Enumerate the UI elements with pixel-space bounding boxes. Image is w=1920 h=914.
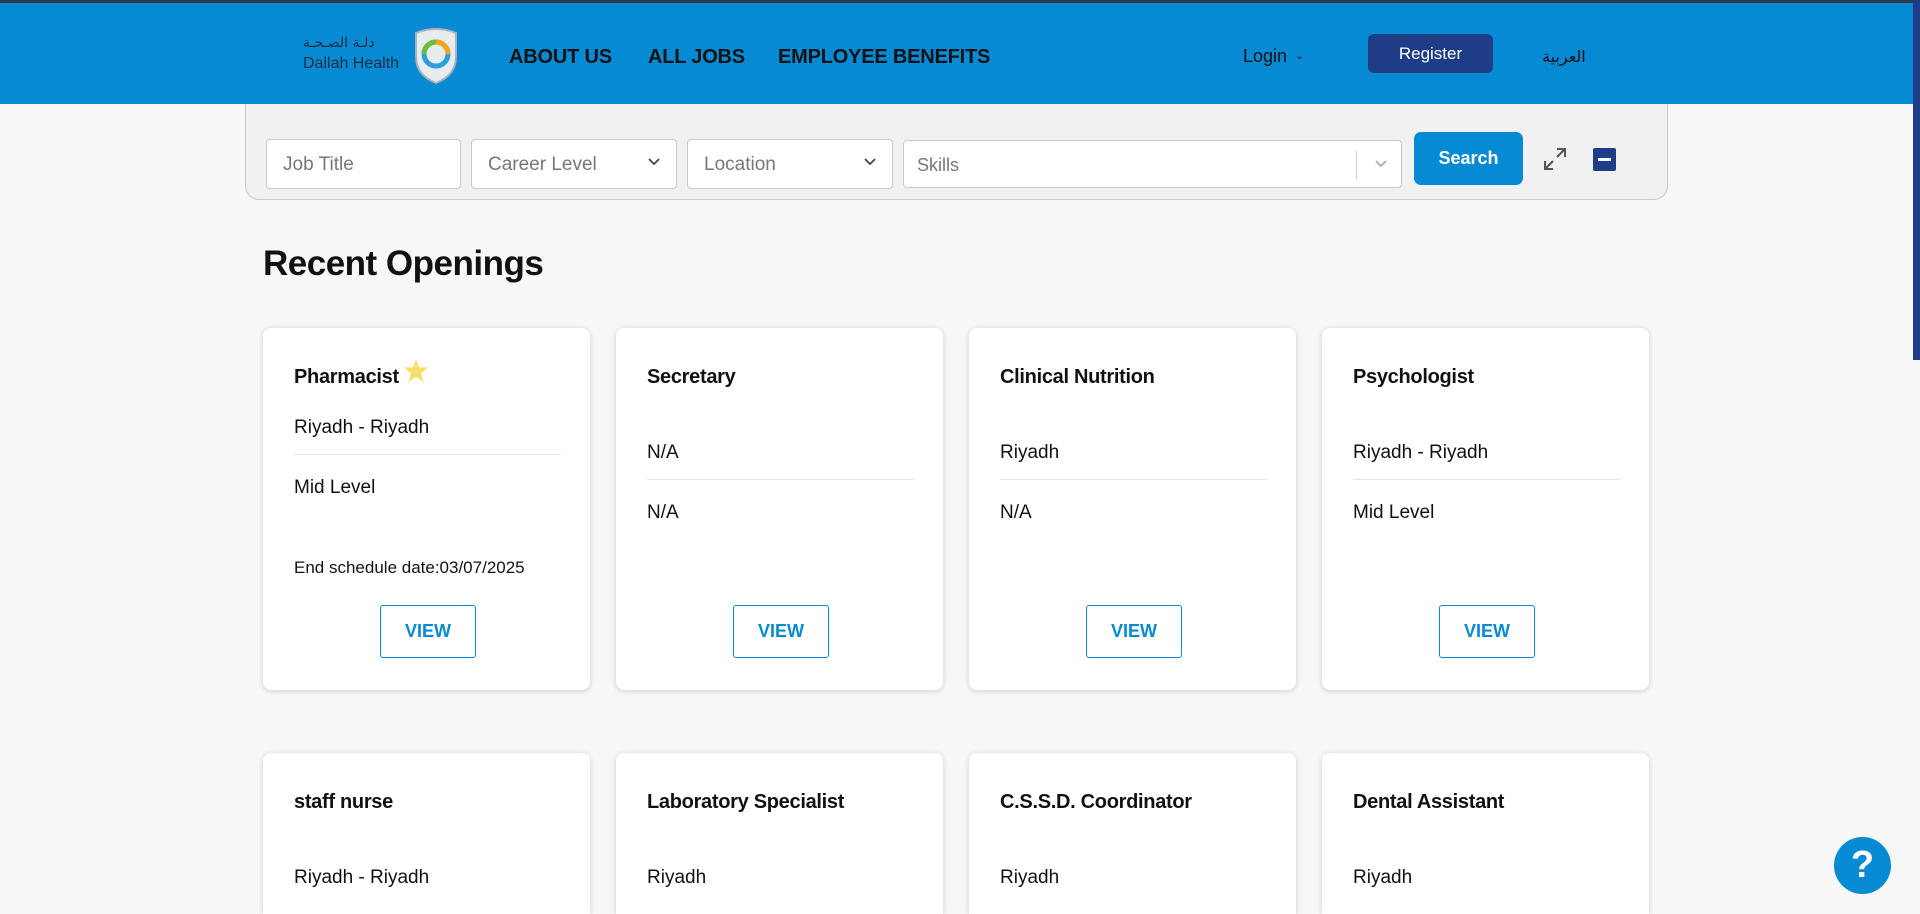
job-card: Secretary N/A N/A VIEW (616, 328, 943, 690)
view-button[interactable]: VIEW (1439, 605, 1535, 658)
job-level: N/A (647, 502, 679, 523)
register-button[interactable]: Register (1368, 34, 1493, 73)
logo-shield-icon (415, 28, 457, 85)
login-dropdown[interactable]: Login ⌄ (1243, 46, 1304, 67)
job-title[interactable]: C.S.S.D. Coordinator (1000, 791, 1192, 814)
skills-separator (1356, 151, 1357, 179)
skills-placeholder: Skills (917, 155, 960, 175)
divider (294, 454, 561, 455)
divider (1353, 479, 1620, 480)
language-switch[interactable]: العربية (1542, 47, 1586, 66)
job-location: Riyadh (1000, 442, 1060, 463)
scrollbar[interactable] (1913, 0, 1920, 360)
job-location: Riyadh (1353, 867, 1413, 888)
dallah-health-logo[interactable]: دلـة الصـحـة Dallah Health (303, 25, 461, 85)
job-title[interactable]: Pharmacist (294, 366, 399, 389)
job-level: N/A (1000, 502, 1032, 523)
job-title[interactable]: Secretary (647, 366, 736, 389)
chevron-down-icon (1375, 160, 1387, 168)
nav-about-us[interactable]: ABOUT US (509, 46, 612, 69)
job-level: Mid Level (294, 477, 376, 498)
view-button[interactable]: VIEW (1086, 605, 1182, 658)
search-button[interactable]: Search (1414, 132, 1523, 185)
star-icon (404, 359, 428, 382)
nav-all-jobs[interactable]: ALL JOBS (648, 46, 745, 69)
job-card: Dental Assistant Riyadh (1322, 753, 1649, 914)
job-title[interactable]: Laboratory Specialist (647, 791, 844, 814)
job-schedule-date: End schedule date:03/07/2025 (294, 558, 525, 577)
nav-employee-benefits[interactable]: EMPLOYEE BENEFITS (778, 46, 990, 69)
job-location: Riyadh (1000, 867, 1060, 888)
expand-icon[interactable] (1542, 146, 1568, 172)
job-title[interactable]: staff nurse (294, 791, 393, 814)
job-card: staff nurse Riyadh - Riyadh (263, 753, 590, 914)
job-location: Riyadh (647, 867, 707, 888)
job-title-input[interactable]: Job Title (266, 139, 461, 189)
career-level-select[interactable]: Career Level (471, 139, 677, 189)
skills-multiselect[interactable]: Skills (903, 140, 1402, 188)
collapse-minus-icon[interactable] (1593, 148, 1616, 171)
job-card: Laboratory Specialist Riyadh (616, 753, 943, 914)
location-select[interactable]: Location (687, 139, 893, 189)
job-location: Riyadh - Riyadh (1353, 442, 1489, 463)
chevron-down-icon (648, 158, 660, 166)
job-level: Mid Level (1353, 502, 1435, 523)
job-title[interactable]: Dental Assistant (1353, 791, 1504, 814)
section-title: Recent Openings (263, 244, 544, 283)
location-label: Location (704, 154, 776, 175)
chevron-down-icon: ⌄ (1295, 50, 1305, 62)
view-button[interactable]: VIEW (380, 605, 476, 658)
logo-english-text: Dallah Health (303, 55, 400, 72)
site-header: دلـة الصـحـة Dallah Health ABOUT US ALL … (0, 3, 1920, 104)
job-title[interactable]: Psychologist (1353, 366, 1474, 389)
login-label: Login (1243, 46, 1288, 66)
career-level-label: Career Level (488, 154, 597, 175)
job-card: C.S.S.D. Coordinator Riyadh (969, 753, 1296, 914)
divider (647, 479, 914, 480)
logo-arabic-text: دلـة الصـحـة (303, 35, 375, 51)
job-card: Psychologist Riyadh - Riyadh Mid Level V… (1322, 328, 1649, 690)
chevron-down-icon (864, 158, 876, 166)
job-search-bar: Job Title Career Level Location Skills S… (245, 104, 1668, 200)
job-card: Clinical Nutrition Riyadh N/A VIEW (969, 328, 1296, 690)
job-location: Riyadh - Riyadh (294, 417, 430, 438)
job-title-placeholder: Job Title (283, 154, 354, 175)
job-location: Riyadh - Riyadh (294, 867, 430, 888)
job-title[interactable]: Clinical Nutrition (1000, 366, 1155, 389)
divider (1000, 479, 1267, 480)
help-button[interactable]: ? (1834, 837, 1891, 894)
view-button[interactable]: VIEW (733, 605, 829, 658)
job-location: N/A (647, 442, 679, 463)
job-card: Pharmacist Riyadh - Riyadh Mid Level End… (263, 328, 590, 690)
